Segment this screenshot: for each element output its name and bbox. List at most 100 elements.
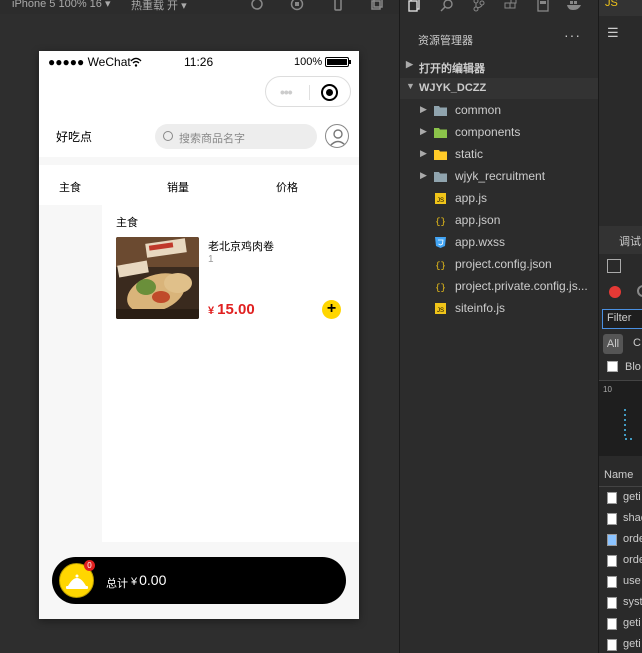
file-tree-item[interactable]: {} app.json bbox=[400, 210, 598, 232]
battery-percent: 100% bbox=[294, 56, 323, 68]
js-file-icon: JS bbox=[435, 303, 446, 314]
shop-header: 好吃点 搜索商品名字 bbox=[39, 115, 359, 157]
tab-file-icon[interactable]: JS bbox=[605, 0, 618, 9]
request-row[interactable]: geti bbox=[599, 614, 642, 635]
phone-icon[interactable] bbox=[331, 0, 345, 11]
carrier-label: ●●●●● WeChat bbox=[48, 55, 131, 69]
refresh-icon[interactable] bbox=[250, 0, 264, 11]
file-tree-item[interactable]: ▶ static bbox=[400, 144, 598, 166]
request-name: syst bbox=[623, 596, 642, 608]
files-icon[interactable] bbox=[408, 0, 422, 12]
debugger-toolbar: ☰ bbox=[599, 16, 642, 46]
folder-icon bbox=[434, 106, 447, 116]
svg-text:{}: {} bbox=[435, 283, 446, 292]
search-placeholder: 搜索商品名字 bbox=[179, 133, 245, 145]
close-miniprogram-icon[interactable] bbox=[321, 84, 338, 101]
file-tree-item[interactable]: ▶ common bbox=[400, 100, 598, 122]
cart-currency: ¥ bbox=[131, 576, 138, 588]
project-label: WJYK_DCZZ bbox=[419, 82, 487, 94]
more-actions-icon[interactable]: ··· bbox=[564, 27, 581, 43]
search-icon[interactable] bbox=[440, 0, 454, 12]
file-tree-item[interactable]: app.wxss bbox=[400, 232, 598, 254]
stop-icon[interactable] bbox=[290, 0, 304, 11]
request-row[interactable]: orde bbox=[599, 551, 642, 572]
extensions-icon[interactable] bbox=[504, 0, 518, 12]
food-image[interactable] bbox=[116, 237, 199, 319]
request-name: geti bbox=[623, 617, 641, 629]
window-icon[interactable] bbox=[370, 0, 384, 11]
clear-icon[interactable] bbox=[637, 285, 642, 297]
debug-tab[interactable]: 调试 bbox=[619, 233, 641, 249]
list-icon[interactable]: ☰ bbox=[607, 25, 619, 41]
file-tree-item[interactable]: ▶ components bbox=[400, 122, 598, 144]
file-tree-label: wjyk_recruitment bbox=[455, 169, 546, 183]
json-file-icon: {} bbox=[435, 283, 446, 292]
more-menu-icon[interactable]: ••• bbox=[280, 84, 293, 100]
request-name: geti bbox=[623, 491, 641, 503]
timeline-graph bbox=[624, 409, 633, 440]
filter-all[interactable]: All bbox=[603, 334, 623, 354]
chevron-right-icon: ▶ bbox=[420, 148, 427, 158]
cart-total-value: 0.00 bbox=[139, 572, 167, 588]
block-checkbox[interactable] bbox=[607, 361, 618, 372]
request-name: geti bbox=[623, 638, 641, 650]
open-editors-section[interactable]: ▶ 打开的编辑器 bbox=[400, 56, 598, 77]
request-row[interactable]: shac bbox=[599, 509, 642, 530]
open-editors-label: 打开的编辑器 bbox=[419, 63, 485, 75]
sort-tabs: 主食 销量 价格 bbox=[39, 165, 359, 205]
chevron-right-icon: ▶ bbox=[406, 59, 413, 69]
request-name: use bbox=[623, 575, 641, 587]
request-row[interactable]: syst bbox=[599, 593, 642, 614]
type-filter-row: All C bbox=[599, 333, 642, 355]
cart-total-label: 总计 bbox=[106, 578, 128, 590]
cart-bar[interactable]: 0 总计 ¥0.00 bbox=[52, 557, 346, 604]
project-section[interactable]: ▼ WJYK_DCZZ bbox=[400, 78, 598, 99]
sort-tab-staple[interactable]: 主食 bbox=[59, 179, 81, 195]
record-icon[interactable] bbox=[609, 286, 621, 298]
add-to-cart-button[interactable]: + bbox=[322, 300, 341, 319]
request-row[interactable]: use bbox=[599, 572, 642, 593]
search-icon bbox=[163, 131, 173, 141]
capsule-divider bbox=[309, 85, 310, 100]
file-tree-item[interactable]: {} project.private.config.js... bbox=[400, 276, 598, 298]
clock: 11:26 bbox=[184, 55, 214, 69]
simulator-toolbar: iPhone 5 100% 16 ▾ 热重载 开 ▾ bbox=[0, 0, 399, 14]
source-control-icon[interactable] bbox=[472, 0, 486, 12]
nav-bar: ••• bbox=[39, 73, 359, 115]
file-tree-item[interactable]: JS app.js bbox=[400, 188, 598, 210]
filter-more-icon[interactable]: C bbox=[633, 337, 641, 349]
document-icon bbox=[607, 597, 617, 609]
hot-reload-toggle[interactable]: 热重载 开 ▾ bbox=[131, 0, 187, 13]
wifi-icon bbox=[130, 57, 142, 67]
storage-icon[interactable] bbox=[536, 0, 550, 12]
search-input[interactable]: 搜索商品名字 bbox=[155, 124, 317, 149]
file-tree-label: siteinfo.js bbox=[455, 301, 506, 315]
sort-tab-sales[interactable]: 销量 bbox=[167, 179, 189, 195]
user-avatar-icon[interactable] bbox=[325, 124, 349, 148]
battery-icon bbox=[325, 57, 351, 67]
device-selector[interactable]: iPhone 5 100% 16 ▾ bbox=[12, 0, 110, 10]
food-price: ¥15.00 bbox=[208, 301, 255, 318]
file-tree-label: components bbox=[455, 125, 521, 139]
inspect-icon[interactable] bbox=[607, 259, 621, 273]
docker-icon[interactable] bbox=[566, 0, 582, 12]
debugger-panel: JS ☰ 调试 Filter All C Blo 10 Name geti sh… bbox=[598, 0, 642, 653]
file-tree-item[interactable]: ▶ wjyk_recruitment bbox=[400, 166, 598, 188]
svg-text:JS: JS bbox=[437, 308, 444, 314]
phone-screen: ●●●●● WeChat 11:26 100% ••• 好吃点 搜索商品名字 主… bbox=[39, 51, 359, 619]
chevron-right-icon: ▶ bbox=[420, 170, 427, 180]
status-bar: ●●●●● WeChat 11:26 100% bbox=[39, 51, 359, 73]
folder-icon bbox=[434, 150, 447, 160]
request-row[interactable]: geti bbox=[599, 488, 642, 509]
sort-tab-price[interactable]: 价格 bbox=[276, 179, 298, 195]
filter-input[interactable]: Filter bbox=[607, 312, 631, 324]
request-row[interactable]: orde bbox=[599, 530, 642, 551]
file-tree-label: static bbox=[455, 147, 484, 161]
name-column-header[interactable]: Name bbox=[604, 469, 633, 481]
file-tree-item[interactable]: JS siteinfo.js bbox=[400, 298, 598, 320]
file-tree-label: app.json bbox=[455, 213, 501, 227]
file-tree-item[interactable]: {} project.config.json bbox=[400, 254, 598, 276]
food-sales: 1 bbox=[208, 254, 214, 265]
explorer-title: 资源管理器 bbox=[418, 35, 473, 47]
request-row[interactable]: geti bbox=[599, 635, 642, 653]
